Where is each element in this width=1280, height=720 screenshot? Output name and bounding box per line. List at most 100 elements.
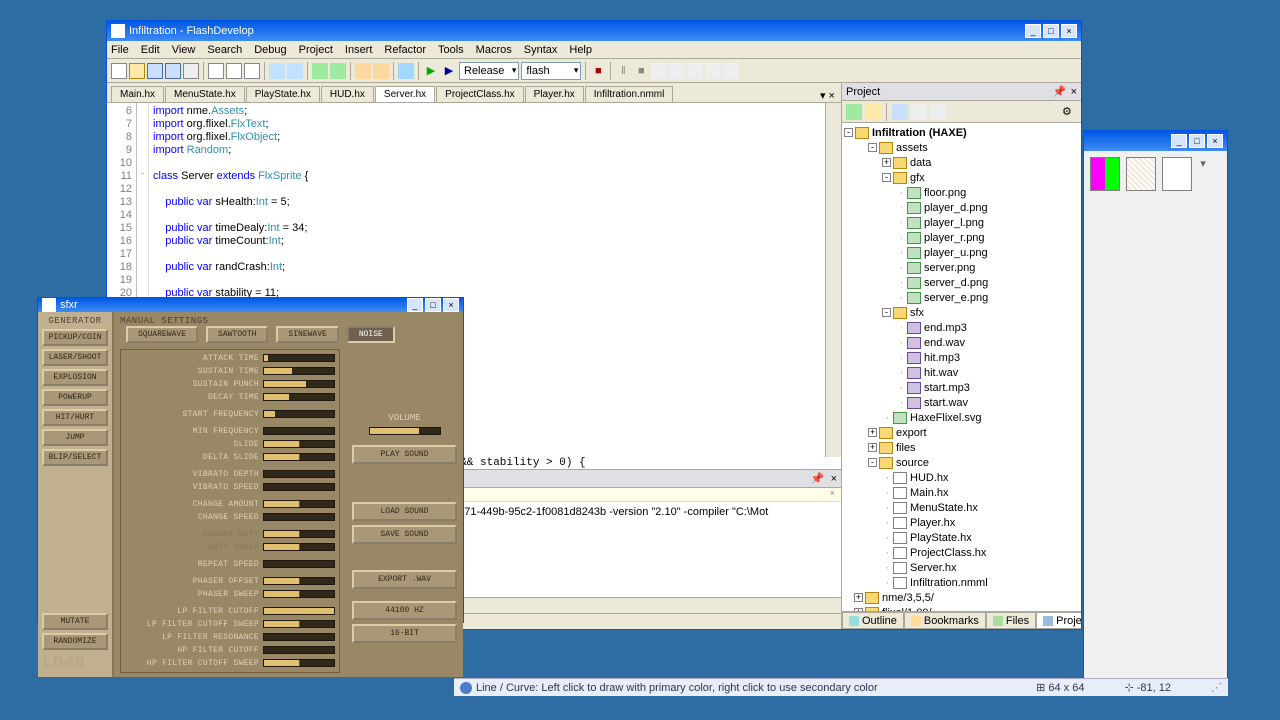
sample-rate-button[interactable]: 44100 HZ	[352, 601, 457, 620]
collapse-icon[interactable]	[911, 104, 927, 120]
undo-icon[interactable]	[269, 63, 285, 79]
slider-lp-filter-cutoff[interactable]	[263, 607, 335, 615]
tab-player-hx[interactable]: Player.hx	[525, 86, 584, 102]
slider-duty-sweep[interactable]	[263, 543, 335, 551]
paste-icon[interactable]	[244, 63, 260, 79]
randomize-button[interactable]: RANDOMIZE	[42, 633, 108, 650]
tree-item[interactable]: +files	[844, 440, 1079, 455]
cut-icon[interactable]	[208, 63, 224, 79]
sync-icon[interactable]	[846, 104, 862, 120]
output-pin-icon[interactable]: 📌	[811, 472, 825, 485]
tree-toggle[interactable]: -	[844, 128, 853, 137]
sfxr-titlebar[interactable]: sfxr _ □ ×	[38, 298, 463, 312]
step-into-icon[interactable]	[669, 63, 685, 79]
gen-jump[interactable]: JUMP	[42, 429, 108, 446]
menu-tools[interactable]: Tools	[438, 44, 464, 56]
tabs-overflow[interactable]: ▾ ×	[814, 89, 841, 102]
nav-back-icon[interactable]	[312, 63, 328, 79]
tab-menustate-hx[interactable]: MenuState.hx	[165, 86, 245, 102]
tree-item[interactable]: ·hit.wav	[844, 365, 1079, 380]
minimize-button[interactable]: _	[1171, 134, 1187, 148]
target-combo[interactable]: flash	[521, 62, 581, 80]
tree-item[interactable]: ·server.png	[844, 260, 1079, 275]
slider-min-frequency[interactable]	[263, 427, 335, 435]
tree-item[interactable]: ·Player.hx	[844, 515, 1079, 530]
maximize-button[interactable]: □	[1189, 134, 1205, 148]
menu-help[interactable]: Help	[569, 44, 592, 56]
slider-hp-filter-cutoff-sweep[interactable]	[263, 659, 335, 667]
mutate-button[interactable]: MUTATE	[42, 613, 108, 630]
tree-item[interactable]: ·end.wav	[844, 335, 1079, 350]
tree-item[interactable]: ·ProjectClass.hx	[844, 545, 1079, 560]
tab-infiltration-nmml[interactable]: Infiltration.nmml	[585, 86, 674, 102]
swatch-2[interactable]	[1126, 157, 1156, 191]
stop-icon[interactable]: ■	[590, 63, 606, 79]
redo-icon[interactable]	[287, 63, 303, 79]
tree-toggle[interactable]: -	[868, 458, 877, 467]
new-icon[interactable]	[111, 63, 127, 79]
gen-hit-hurt[interactable]: HIT/HURT	[42, 409, 108, 426]
wave-squarewave[interactable]: SQUAREWAVE	[126, 326, 198, 343]
check-icon[interactable]	[398, 63, 414, 79]
editor-scrollbar[interactable]	[825, 103, 841, 457]
load-sound-button[interactable]: LOAD SOUND	[352, 502, 457, 521]
tree-item[interactable]: ·start.wav	[844, 395, 1079, 410]
tree-item[interactable]: ·Infiltration.nmml	[844, 575, 1079, 590]
project-root[interactable]: Infiltration (HAXE)	[872, 127, 967, 139]
project-pin-icon[interactable]: 📌	[1053, 85, 1067, 98]
menu-icon[interactable]: ⚙	[1061, 104, 1077, 120]
menu-file[interactable]: File	[111, 44, 129, 56]
print-icon[interactable]	[183, 63, 199, 79]
tree-item[interactable]: ·player_d.png	[844, 200, 1079, 215]
tree-item[interactable]: ·player_l.png	[844, 215, 1079, 230]
tree-toggle[interactable]: -	[882, 173, 891, 182]
wave-sinewave[interactable]: SINEWAVE	[276, 326, 338, 343]
tree-item[interactable]: ·MenuState.hx	[844, 500, 1079, 515]
tree-item[interactable]: -sfx	[844, 305, 1079, 320]
saveall-icon[interactable]	[165, 63, 181, 79]
paint-canvas-area[interactable]: ▾	[1084, 151, 1227, 694]
output-close-icon[interactable]: ×	[831, 473, 837, 485]
panel-tab-outline[interactable]: Outline	[842, 612, 904, 629]
tree-toggle[interactable]: -	[868, 143, 877, 152]
props-icon[interactable]	[930, 104, 946, 120]
tree-item[interactable]: -source	[844, 455, 1079, 470]
resize-grip-icon[interactable]: ⋰	[1211, 681, 1222, 694]
slider-delta-slide[interactable]	[263, 453, 335, 461]
tree-item[interactable]: ·HUD.hx	[844, 470, 1079, 485]
slider-sustain-time[interactable]	[263, 367, 335, 375]
play-sound-button[interactable]: PLAY SOUND	[352, 445, 457, 464]
minimize-button[interactable]: _	[1025, 24, 1041, 38]
tree-item[interactable]: ·start.mp3	[844, 380, 1079, 395]
step-icon[interactable]	[705, 63, 721, 79]
bit-depth-button[interactable]: 16-BIT	[352, 624, 457, 643]
slider-slide[interactable]	[263, 440, 335, 448]
project-close-icon[interactable]: ×	[1071, 86, 1077, 98]
open-icon[interactable]	[129, 63, 145, 79]
tab-hud-hx[interactable]: HUD.hx	[321, 86, 374, 102]
gen-powerup[interactable]: POWERUP	[42, 389, 108, 406]
menu-search[interactable]: Search	[207, 44, 242, 56]
slider-decay-time[interactable]	[263, 393, 335, 401]
test-icon[interactable]	[373, 63, 389, 79]
swatch-dropdown-icon[interactable]: ▾	[1198, 157, 1208, 688]
slider-vibrato-depth[interactable]	[263, 470, 335, 478]
gen-explosion[interactable]: EXPLOSION	[42, 369, 108, 386]
tree-item[interactable]: ·end.mp3	[844, 320, 1079, 335]
show-icon[interactable]	[865, 104, 881, 120]
step-out-icon[interactable]	[687, 63, 703, 79]
tab-main-hx[interactable]: Main.hx	[111, 86, 164, 102]
tree-item[interactable]: +data	[844, 155, 1079, 170]
menu-insert[interactable]: Insert	[345, 44, 373, 56]
menu-debug[interactable]: Debug	[254, 44, 286, 56]
refresh-icon[interactable]	[892, 104, 908, 120]
tree-toggle[interactable]: +	[882, 158, 891, 167]
slider-change-speed[interactable]	[263, 513, 335, 521]
tree-toggle[interactable]: +	[868, 443, 877, 452]
tree-item[interactable]: ·Server.hx	[844, 560, 1079, 575]
slider-square-duty[interactable]	[263, 530, 335, 538]
tree-item[interactable]: ·player_r.png	[844, 230, 1079, 245]
close-button[interactable]: ×	[1061, 24, 1077, 38]
slider-start-frequency[interactable]	[263, 410, 335, 418]
wave-noise[interactable]: NOISE	[347, 326, 395, 343]
